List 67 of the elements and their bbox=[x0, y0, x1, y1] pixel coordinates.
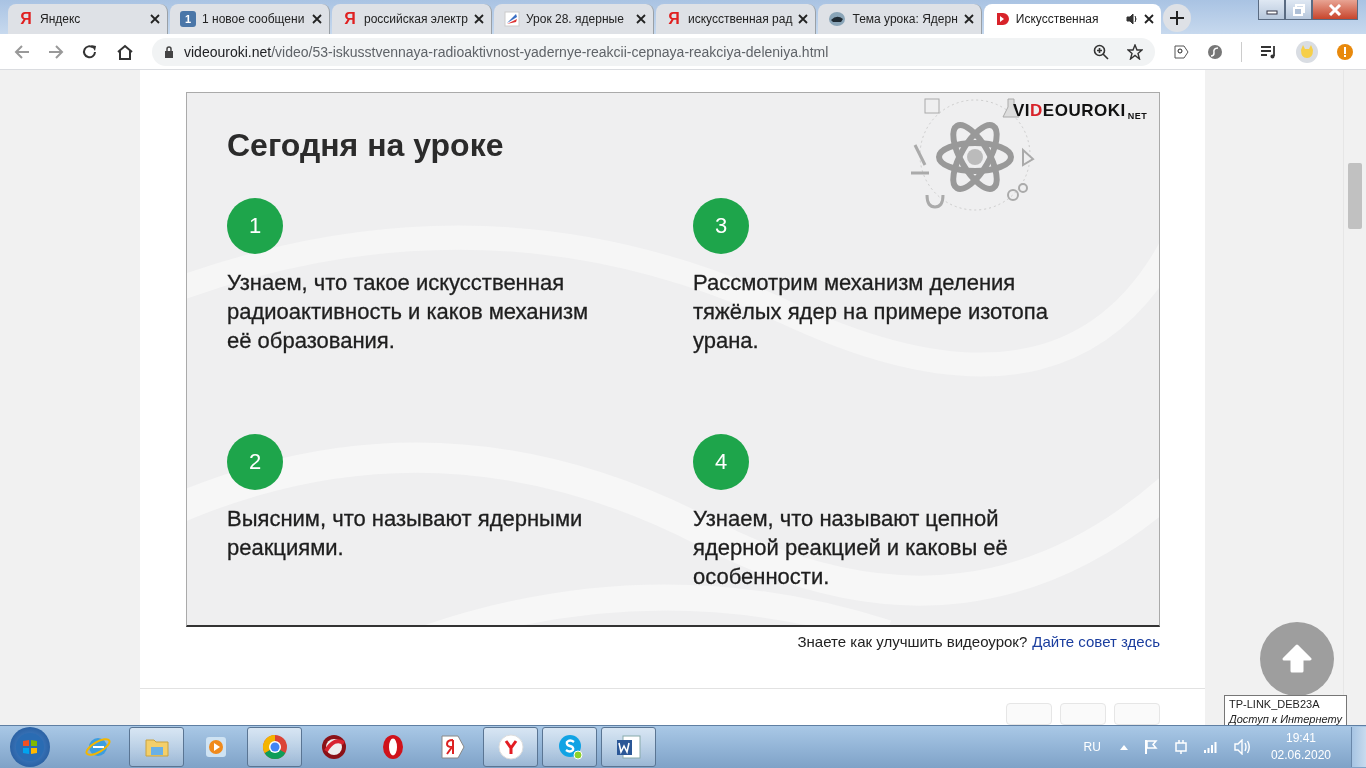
address-bar[interactable]: videouroki.net/video/53-iskusstvennaya-radioaktivnost-yadernye-reakcii-cepnaya-reakciya-deleniya.html bbox=[152, 37, 1155, 66]
network-name: TP-LINK_DEB23A bbox=[1229, 697, 1321, 712]
feedback-text: Знаете как улучшить видеоурок? bbox=[797, 633, 1028, 651]
zoom-icon[interactable] bbox=[1093, 43, 1109, 60]
warning-icon[interactable] bbox=[1336, 42, 1354, 61]
yandex-icon: Я bbox=[666, 10, 682, 28]
restore-icon bbox=[1292, 3, 1305, 16]
document-icon bbox=[504, 11, 520, 27]
restore-button[interactable] bbox=[1285, 0, 1312, 20]
plus-icon bbox=[1169, 11, 1184, 25]
minimize-button[interactable] bbox=[1258, 0, 1285, 20]
item-text: Выясним, что называют ядерными реакциями. bbox=[227, 505, 583, 562]
close-icon[interactable] bbox=[150, 14, 160, 24]
taskbar-button[interactable] bbox=[247, 727, 302, 767]
taskbar-button[interactable] bbox=[129, 727, 184, 767]
item-text: Узнаем, что называют цепной ядерной реакцией и каковы её особенности. bbox=[693, 505, 1008, 591]
home-icon[interactable] bbox=[116, 43, 134, 60]
up-arrow-icon bbox=[1282, 644, 1312, 674]
word-icon bbox=[614, 733, 643, 761]
extension-icon[interactable] bbox=[1173, 43, 1189, 60]
number-badge: 1 bbox=[227, 198, 283, 254]
item-text: Рассмотрим механизм деления тяжёлых ядер на примере изотопа урана. bbox=[693, 269, 1048, 355]
forward-icon[interactable] bbox=[48, 43, 64, 60]
network-status: Доступ к Интернету bbox=[1229, 712, 1342, 727]
yandex-icon: Я bbox=[342, 10, 358, 28]
close-icon[interactable] bbox=[1143, 14, 1154, 24]
y-browser-icon bbox=[496, 733, 525, 761]
speedometer-icon bbox=[319, 733, 348, 761]
start-button[interactable] bbox=[10, 727, 50, 767]
browser-tab[interactable]: Искусственная bbox=[983, 4, 1161, 34]
browser-tab[interactable]: Урок 28. ядерные bbox=[494, 4, 654, 34]
taskbar-button[interactable] bbox=[542, 727, 597, 767]
feedback-link[interactable]: Дайте совет здесь bbox=[1032, 633, 1160, 651]
thumbnail-icon bbox=[828, 11, 847, 27]
close-icon[interactable] bbox=[312, 14, 322, 24]
back-icon[interactable] bbox=[14, 43, 30, 60]
close-icon[interactable] bbox=[636, 14, 646, 24]
browser-tab[interactable]: Я российская электр bbox=[332, 4, 492, 34]
number-badge: 4 bbox=[693, 434, 749, 490]
yandex-icon: Я bbox=[18, 10, 34, 28]
number-badge: 3 bbox=[693, 198, 749, 254]
browser-tab[interactable]: Я Яндекс bbox=[8, 4, 168, 34]
scrollbar-thumb[interactable] bbox=[1348, 163, 1362, 229]
close-icon[interactable] bbox=[963, 14, 974, 24]
taskbar-button[interactable] bbox=[483, 727, 538, 767]
browser-tab[interactable]: Я искусственная рад bbox=[656, 4, 817, 34]
url-text: videouroki.net/video/53-iskusstvennaya-radioaktivnost-yadernye-reakcii-cepnaya-reakciya-deleniya.html bbox=[184, 43, 829, 60]
browser-tab[interactable]: 1 1 новое сообщени bbox=[170, 4, 330, 34]
chrome-icon bbox=[260, 733, 289, 761]
close-button[interactable] bbox=[1312, 0, 1358, 20]
browser-tab[interactable]: Тема урока: Ядерн bbox=[818, 4, 982, 34]
close-icon bbox=[1328, 3, 1342, 16]
reload-icon[interactable] bbox=[82, 43, 98, 60]
close-icon[interactable] bbox=[474, 14, 484, 24]
taskbar-button[interactable] bbox=[601, 727, 656, 767]
lock-icon bbox=[164, 45, 174, 58]
windows-logo-icon bbox=[15, 732, 45, 762]
close-icon[interactable] bbox=[798, 14, 809, 24]
message-badge-icon: 1 bbox=[180, 11, 196, 27]
new-tab-button[interactable] bbox=[1162, 4, 1191, 32]
flash-icon[interactable] bbox=[1207, 43, 1223, 60]
item-text: Узнаем, что такое искусственная радиоактивность и каков механизм её образования. bbox=[227, 269, 589, 355]
number-badge: 2 bbox=[227, 434, 283, 490]
playlist-icon[interactable] bbox=[1260, 43, 1278, 60]
slide-title: Сегодня на уроке bbox=[227, 127, 505, 164]
bookmark-star-icon[interactable] bbox=[1127, 43, 1143, 60]
show-desktop-button[interactable] bbox=[1351, 727, 1366, 767]
